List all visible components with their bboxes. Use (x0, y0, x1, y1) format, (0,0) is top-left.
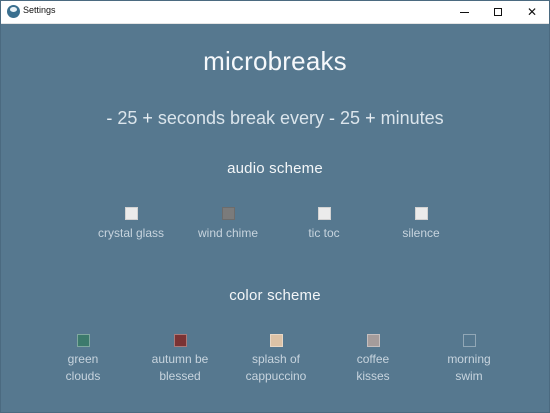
color-option-label: coffee kisses (356, 352, 390, 383)
seconds-increment-button[interactable]: + (142, 108, 153, 129)
color-option-label: green clouds (65, 352, 101, 383)
seconds-decrement-button[interactable]: - (106, 108, 112, 129)
color-option-coffee-kisses[interactable]: coffee kisses (328, 334, 418, 385)
minimize-icon (459, 11, 469, 13)
audio-option-crystal-glass[interactable]: crystal glass (86, 207, 176, 241)
audio-option-label: silence (402, 226, 440, 240)
audio-radio[interactable] (414, 207, 428, 220)
color-option-green-clouds[interactable]: green clouds (38, 334, 128, 385)
color-option-label: splash of cappuccino (245, 352, 307, 383)
window-title: Settings (23, 5, 56, 15)
title-bar[interactable]: Settings ✕ (1, 1, 549, 24)
audio-radio[interactable] (317, 207, 331, 220)
color-option-label: morning swim (447, 352, 491, 383)
break-settings-row: - 25 + seconds break every - 25 + minute… (1, 108, 549, 129)
close-icon: ✕ (526, 5, 538, 19)
app-icon (7, 5, 20, 18)
minutes-decrement-button[interactable]: - (329, 108, 335, 129)
settings-window: Settings ✕ microbreaks - 25 + seconds br… (0, 0, 550, 413)
audio-option-tic-toc[interactable]: tic toc (279, 207, 369, 241)
audio-option-label: tic toc (308, 226, 340, 240)
color-swatch[interactable] (462, 334, 476, 347)
audio-option-label: wind chime (197, 226, 259, 240)
minutes-unit-label: minutes (380, 108, 444, 128)
minutes-value: 25 (340, 108, 361, 128)
color-swatch[interactable] (173, 334, 187, 347)
audio-scheme-heading: audio scheme (227, 160, 323, 177)
seconds-unit-label: seconds break every (157, 108, 325, 128)
color-option-autumn-be-blessed[interactable]: autumn be blessed (135, 334, 225, 385)
app-title: microbreaks (203, 46, 347, 76)
audio-radio-selected[interactable] (221, 207, 235, 220)
audio-radio[interactable] (124, 207, 138, 220)
audio-option-wind-chime[interactable]: wind chime (183, 207, 273, 241)
minutes-increment-button[interactable]: + (365, 108, 376, 129)
color-swatch[interactable] (76, 334, 90, 347)
color-option-morning-swim[interactable]: morning swim (424, 334, 514, 385)
color-option-splash-of-cappuccino[interactable]: splash of cappuccino (231, 334, 321, 385)
maximize-icon (494, 8, 502, 16)
color-option-label: autumn be blessed (151, 352, 209, 383)
color-scheme-heading: color scheme (229, 287, 321, 304)
close-button[interactable]: ✕ (515, 1, 549, 23)
audio-option-label: crystal glass (97, 226, 165, 240)
color-swatch[interactable] (366, 334, 380, 347)
minimize-button[interactable] (447, 1, 481, 23)
settings-content: microbreaks - 25 + seconds break every -… (1, 24, 549, 413)
maximize-button[interactable] (481, 1, 515, 23)
seconds-value: 25 (117, 108, 138, 128)
audio-option-silence[interactable]: silence (376, 207, 466, 241)
color-swatch[interactable] (269, 334, 283, 347)
